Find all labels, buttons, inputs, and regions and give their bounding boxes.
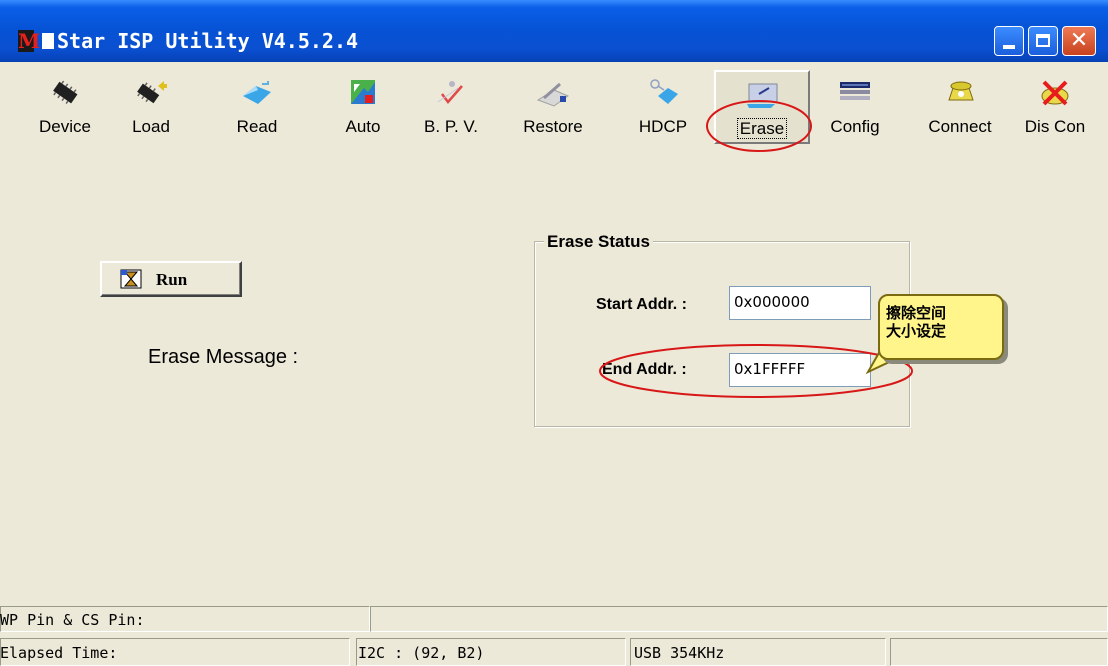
tool-label: Read (236, 117, 278, 136)
tool-bpv-button[interactable]: B. P. V. (420, 70, 482, 144)
erase-status-title: Erase Status (544, 232, 653, 252)
toolbar: Device Load Read Auto B. P. V. Restore H… (0, 62, 1108, 148)
tool-disconnect-button[interactable]: Dis Con (1006, 70, 1104, 144)
tool-label: Erase (736, 118, 788, 139)
maximize-button[interactable] (1028, 26, 1058, 56)
callout-line-2: 大小设定 (886, 322, 947, 340)
erase-message-label: Erase Message : (148, 346, 299, 368)
chip-load-icon (137, 81, 167, 104)
close-icon: ✕ (1069, 28, 1089, 53)
tool-label: Connect (928, 117, 992, 136)
tool-label: Device (39, 117, 91, 136)
erase-status-group (534, 241, 910, 427)
run-button[interactable]: Run (100, 261, 242, 297)
config-icon (840, 82, 870, 100)
end-addr-label: End Addr. : (602, 361, 687, 378)
usb-status: USB 354KHz (634, 644, 725, 662)
minimize-icon (1003, 45, 1015, 49)
tool-restore-button[interactable]: Restore (522, 70, 584, 144)
status-extra-cell (890, 638, 1108, 666)
tool-label: Auto (345, 117, 381, 136)
callout-text: 擦除空间 大小设定 (886, 304, 946, 340)
tool-read-button[interactable]: Read (226, 70, 288, 144)
start-addr-label: Start Addr. : (596, 296, 687, 313)
minimize-button[interactable] (994, 26, 1024, 56)
main-window: M Star ISP Utility V4.5.2.4 ✕ Device Loa… (0, 0, 1108, 666)
phone-icon (948, 81, 974, 101)
chip-icon (53, 80, 78, 104)
tool-label: B. P. V. (424, 117, 478, 136)
start-addr-input[interactable]: 0x000000 (729, 286, 871, 320)
tool-load-button[interactable]: Load (120, 70, 182, 144)
callout-line-1: 擦除空间 (886, 304, 947, 322)
tool-label: Config (830, 117, 880, 136)
tool-label: Dis Con (1024, 117, 1086, 136)
tool-label: HDCP (638, 117, 688, 136)
auto-icon (351, 80, 375, 104)
elapsed-time-label: Elapsed Time: (0, 644, 118, 662)
tool-hdcp-button[interactable]: HDCP (632, 70, 694, 144)
title-bar[interactable]: M Star ISP Utility V4.5.2.4 ✕ (0, 0, 1108, 62)
window-title: Star ISP Utility V4.5.2.4 (42, 28, 358, 54)
tool-device-button[interactable]: Device (34, 70, 96, 144)
tool-config-button[interactable]: Config (824, 70, 886, 144)
wp-pin-label: WP Pin & CS Pin: (0, 611, 145, 629)
status-wp-value-cell (370, 606, 1108, 632)
tool-label: Restore (523, 117, 583, 136)
tool-erase-button[interactable]: Erase (714, 70, 810, 144)
callout-bubble: 擦除空间 大小设定 (878, 294, 1004, 360)
end-addr-input[interactable]: 0x1FFFFF (729, 353, 871, 387)
check-icon (437, 81, 463, 104)
tool-auto-button[interactable]: Auto (332, 70, 394, 144)
run-label: Run (156, 270, 188, 289)
erase-icon (747, 83, 778, 108)
app-logo-icon: M (18, 29, 41, 53)
tool-label: Load (132, 117, 170, 136)
disconnect-icon (1041, 80, 1069, 106)
hdcp-icon (650, 79, 678, 104)
hourglass-icon (120, 269, 142, 289)
close-button[interactable]: ✕ (1062, 26, 1096, 56)
i2c-status: I2C : (92, B2) (358, 644, 485, 662)
tool-connect-button[interactable]: Connect (924, 70, 996, 144)
maximize-icon (1036, 34, 1050, 47)
diamond-read-icon (243, 81, 271, 104)
restore-icon (536, 82, 570, 107)
